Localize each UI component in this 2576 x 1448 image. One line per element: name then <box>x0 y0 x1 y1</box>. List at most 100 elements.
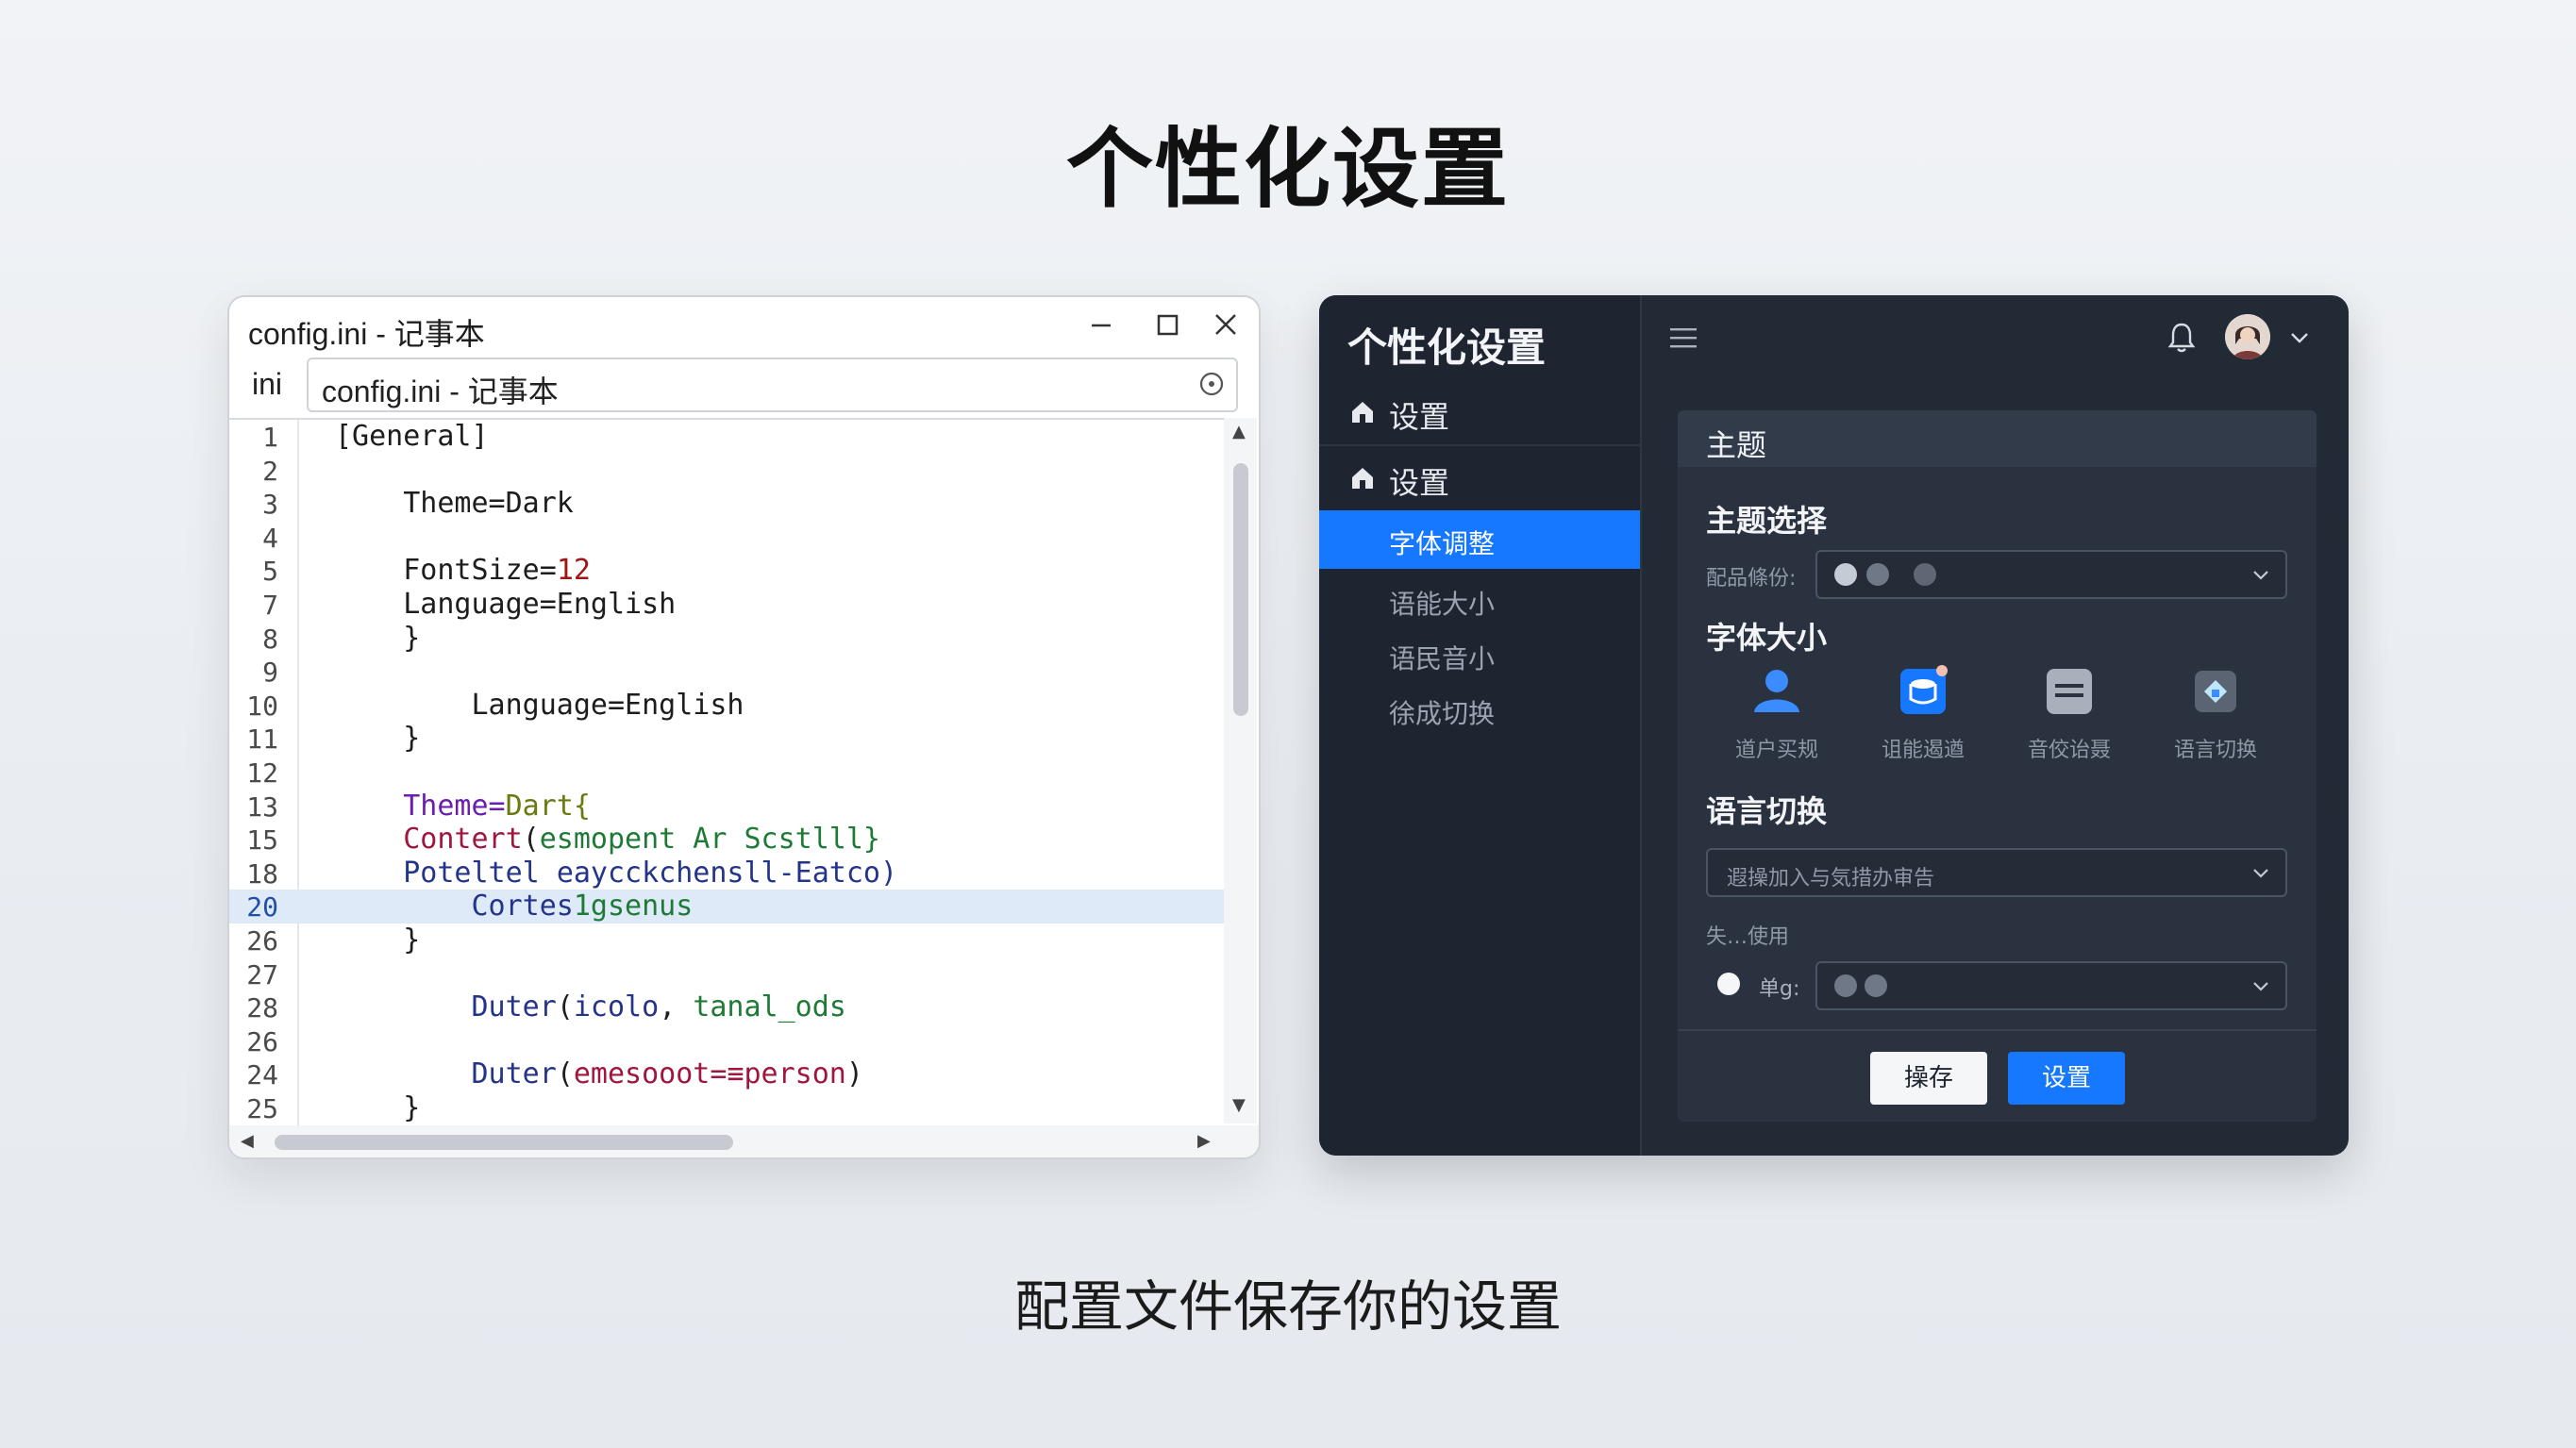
language-select[interactable]: 遐操加入与気措办审告 <box>1706 848 2287 897</box>
line-number: 20 <box>246 891 278 924</box>
save-button[interactable]: 操存 <box>1870 1052 1987 1105</box>
page-title: 个性化设置 <box>1065 119 1510 220</box>
panel-header-title: 主题 <box>1706 427 1767 463</box>
radio-label: 单g: <box>1759 977 1800 1001</box>
unit-dot-1 <box>1834 974 1857 997</box>
editor-line[interactable]: 28 Duter(icolo, tanal_ods <box>229 990 1224 1024</box>
scroll-right-icon[interactable]: ▶ <box>1197 1133 1211 1150</box>
editor-line[interactable]: 15 Contert(esmopent Ar Scstlll} <box>229 823 1224 857</box>
editor-line[interactable]: 25 } <box>229 1091 1224 1125</box>
theme-select[interactable] <box>1815 550 2287 599</box>
app-brand: 个性化设置 <box>1347 325 1547 371</box>
subnav-item-volume[interactable]: 语民音小 <box>1319 625 1640 684</box>
editor-line[interactable]: 12 <box>229 756 1224 790</box>
language-heading: 语言切换 <box>1706 793 1828 829</box>
editor-line[interactable]: 9 <box>229 655 1224 689</box>
editor-line[interactable]: 27 <box>229 957 1224 991</box>
editor-line[interactable]: 20 Cortes1gsenus <box>229 890 1224 924</box>
address-label: ini <box>252 367 283 401</box>
line-number: 9 <box>262 657 278 689</box>
option-label: 语言切换 <box>2173 739 2257 762</box>
unit-select[interactable] <box>1815 961 2287 1010</box>
line-number: 13 <box>246 791 278 823</box>
line-text: Cortes1gsenus <box>471 890 694 924</box>
option-user[interactable]: 道户买规 <box>1704 665 1846 769</box>
option-label: 道户买规 <box>1734 739 1818 762</box>
line-number: 28 <box>246 992 278 1024</box>
option-translate[interactable]: 语言切换 <box>2143 665 2284 769</box>
settings-panel: 主题 主题选择 配品條份: 字体大小 道户买规 诅能遏遒 音佼诒聂 语言切换 语… <box>1678 410 2317 1122</box>
address-text: config.ini - 记事本 <box>322 374 559 408</box>
refresh-icon[interactable] <box>1196 369 1227 399</box>
line-number: 4 <box>262 522 278 554</box>
editor-line[interactable]: 2 <box>229 454 1224 488</box>
editor-line[interactable]: 18 Poteltel eaycckchensll-Eatco) <box>229 857 1224 890</box>
editor-line[interactable]: 10 Language=English <box>229 689 1224 723</box>
address-bar: ini config.ini - 记事本 <box>229 358 1259 412</box>
notepad-window: config.ini - 记事本 ini config.ini - 记事本 1 [… <box>227 295 1261 1159</box>
subnav-item-size[interactable]: 语能大小 <box>1319 571 1640 629</box>
line-text: } <box>335 722 421 756</box>
line-number: 18 <box>246 857 278 890</box>
scroll-left-icon[interactable]: ◀ <box>241 1133 254 1150</box>
editor-line[interactable]: 5 FontSize=12 <box>229 554 1224 588</box>
scroll-down-icon[interactable]: ▼ <box>1232 1097 1246 1114</box>
text-editor[interactable]: 1 [General] 2 3 Theme=Dark 4 5 FontSize=12 7 L… <box>229 418 1224 1125</box>
line-text: Theme=Dart{ <box>403 789 591 823</box>
vertical-scroll-thumb[interactable] <box>1233 463 1248 716</box>
sidebar-item-settings[interactable]: 设置 <box>1319 380 1640 442</box>
line-number: 24 <box>246 1059 278 1091</box>
apply-button[interactable]: 设置 <box>2008 1052 2125 1105</box>
user-icon <box>1754 670 1799 712</box>
line-text: Contert(esmopent Ar Scstlll} <box>403 823 880 857</box>
line-number: 15 <box>246 824 278 857</box>
page-caption: 配置文件保存你的设置 <box>1013 1274 1562 1339</box>
editor-line[interactable]: 11 } <box>229 722 1224 756</box>
option-database[interactable]: 诅能遏遒 <box>1850 665 1992 769</box>
subnav-item-font[interactable]: 字体调整 <box>1319 510 1640 569</box>
editor-line[interactable]: 8 } <box>229 622 1224 656</box>
line-number: 11 <box>246 724 278 756</box>
bell-icon[interactable] <box>2165 320 2199 356</box>
horizontal-scroll-thumb[interactable] <box>275 1135 733 1150</box>
editor-line[interactable]: 24 Duter(emesooot=≡person) <box>229 1057 1224 1091</box>
close-button[interactable] <box>1203 305 1248 346</box>
option-document[interactable]: 音佼诒聂 <box>1997 665 2138 769</box>
usage-label: 失…使用 <box>1706 925 1790 949</box>
line-number: 5 <box>262 556 278 588</box>
editor-line[interactable]: 26 } <box>229 924 1224 957</box>
vertical-scrollbar[interactable]: ▲ ▼ <box>1224 418 1257 1123</box>
settings-app: 个性化设置 设置 设置 字体调整 语能大小 语民音小 徐成切换 主题 主题选择 … <box>1319 295 2349 1156</box>
menu-icon[interactable] <box>1668 324 1700 352</box>
editor-line[interactable]: 1 [General] <box>229 420 1224 454</box>
home-icon <box>1352 402 1373 423</box>
avatar[interactable] <box>2225 314 2270 359</box>
line-number: 3 <box>262 489 278 521</box>
window-title: config.ini - 记事本 <box>248 317 485 351</box>
horizontal-scrollbar[interactable]: ◀ ▶ <box>229 1125 1259 1157</box>
editor-line[interactable]: 3 Theme=Dark <box>229 487 1224 521</box>
sidebar-item-settings-2[interactable]: 设置 <box>1319 446 1640 508</box>
scroll-up-icon[interactable]: ▲ <box>1232 424 1246 441</box>
panel-header: 主题 <box>1678 410 2317 467</box>
line-number: 26 <box>246 925 278 957</box>
line-text: Language=English <box>335 688 744 722</box>
maximize-button[interactable] <box>1145 305 1190 346</box>
editor-line[interactable]: 7 Language=English <box>229 588 1224 622</box>
address-input[interactable]: config.ini - 记事本 <box>307 358 1238 412</box>
minimize-button[interactable] <box>1079 305 1124 346</box>
line-number: 10 <box>246 690 278 722</box>
translate-icon <box>2195 671 2236 712</box>
chevron-down-icon[interactable] <box>2287 325 2312 350</box>
editor-line[interactable]: 26 <box>229 1024 1224 1058</box>
line-number: 7 <box>262 590 278 621</box>
line-text: Language=English <box>335 588 677 621</box>
line-number: 1 <box>262 422 278 453</box>
editor-line[interactable]: 13 Theme=Dart{ <box>229 790 1224 824</box>
sidebar-item-label: 设置 <box>1389 399 1450 435</box>
close-icon <box>1215 314 1236 335</box>
subnav-label: 徐成切换 <box>1389 698 1496 729</box>
editor-line[interactable]: 4 <box>229 521 1224 555</box>
subnav-item-switch[interactable]: 徐成切换 <box>1319 680 1640 739</box>
radio-button[interactable] <box>1717 973 1740 995</box>
